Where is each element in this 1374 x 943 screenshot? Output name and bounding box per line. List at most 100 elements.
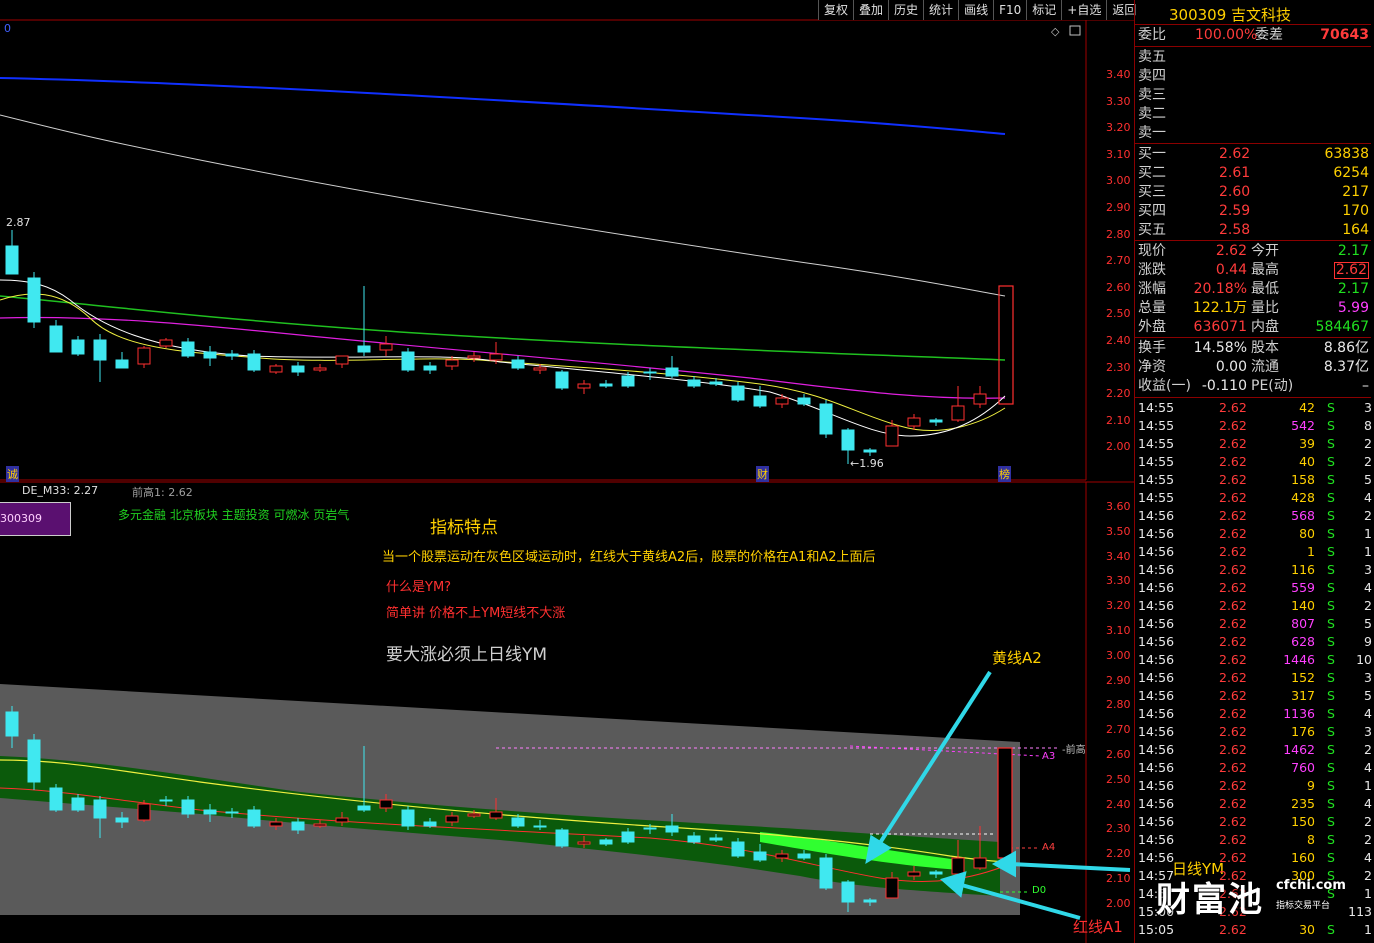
axis-tick: 2.20 [1106, 387, 1131, 401]
fin-row: 净资 0.00 流通 8.37亿 [1138, 359, 1369, 375]
candle-body [93, 799, 107, 819]
candle-body [203, 809, 217, 815]
candle-body [863, 449, 877, 453]
tick-row: 14:56 2.62 9 S 1 [1138, 778, 1372, 793]
buy-row: 买一 2.62 63838 [1138, 146, 1369, 162]
candle-body [269, 365, 283, 373]
tick-row: 14:56 2.62 807 S 5 [1138, 616, 1372, 631]
candle-body [885, 425, 899, 447]
candle-body [313, 823, 327, 827]
axis-tick: 2.30 [1106, 822, 1131, 836]
toolbar-button-7[interactable]: +自选 [1061, 0, 1107, 20]
candle-body [951, 857, 965, 875]
tick-row: 14:56 2.62 1446 S 10 [1138, 652, 1372, 667]
candle-body [489, 811, 503, 819]
axis-tick: 2.90 [1106, 201, 1131, 214]
axis-tick: 3.10 [1106, 624, 1131, 637]
toolbar-button-4[interactable]: 画线 [958, 0, 994, 20]
tick-row: 14:56 2.62 628 S 9 [1138, 634, 1372, 649]
sell-row: 卖一 [1138, 125, 1166, 141]
candle-body [731, 841, 745, 857]
toolbar-button-0[interactable]: 复权 [818, 0, 854, 20]
tick-row: 14:55 2.62 39 S 2 [1138, 436, 1372, 451]
tick-row: 14:55 2.62 428 S 4 [1138, 490, 1372, 505]
last-candle-bottom [997, 747, 1013, 859]
tick-row: 14:56 2.62 8 S 2 [1138, 832, 1372, 847]
candle-body [709, 837, 723, 841]
high-price-label: 2.87 [6, 216, 31, 229]
toolbar-button-6[interactable]: 标记 [1026, 0, 1062, 20]
tick-row: 14:55 2.62 158 S 5 [1138, 472, 1372, 487]
toolbar-button-2[interactable]: 历史 [888, 0, 924, 20]
candle-body [247, 809, 261, 827]
candle-body [247, 353, 261, 371]
candle-body [511, 817, 525, 827]
axis-tick: 2.10 [1106, 413, 1131, 427]
sell-row: 卖五 [1138, 49, 1166, 65]
tick-row: 14:56 2.62 235 S 4 [1138, 796, 1372, 811]
toolbar-button-5[interactable]: F10 [993, 0, 1027, 20]
candle-body [137, 803, 151, 821]
toolbar-button-1[interactable]: 叠加 [853, 0, 889, 20]
buy-row: 买二 2.61 6254 [1138, 165, 1369, 181]
quote-row: 涨跌 0.44 最高 2.62 [1138, 262, 1369, 279]
label-a3: A3 [1042, 751, 1056, 762]
axis-tick: 2.40 [1106, 334, 1131, 347]
tick-row: 14:55 2.62 542 S 8 [1138, 418, 1372, 433]
toolbar-button-3[interactable]: 统计 [923, 0, 959, 20]
candle-body [797, 853, 811, 859]
axis-tick: 3.40 [1106, 68, 1131, 81]
axis-tick: 2.10 [1106, 872, 1131, 885]
candle-body [203, 351, 217, 359]
candle-body [225, 811, 239, 814]
svg-text:◇: ◇ [1051, 25, 1060, 38]
tick-row: 14:56 2.62 559 S 4 [1138, 580, 1372, 595]
candle-body [577, 383, 591, 389]
axis-tick: 3.00 [1106, 174, 1131, 188]
stock-code-box[interactable]: 300309 [0, 502, 71, 536]
top-candles [5, 230, 987, 464]
candle-body [181, 341, 195, 357]
candle-body [775, 397, 789, 405]
order-ratio-row: 委比 100.00% 委差 70643 [1138, 27, 1369, 43]
axis-tick: 2.90 [1106, 673, 1131, 687]
candle-body [159, 339, 173, 347]
axis-tick: 3.10 [1106, 147, 1131, 161]
candle-body [643, 827, 657, 830]
candle-body [929, 419, 943, 423]
sell-row: 卖四 [1138, 68, 1166, 84]
label-a4: A4 [1042, 842, 1056, 853]
candle-body [379, 799, 393, 809]
label-red-a1: 红线A1 [1073, 918, 1123, 936]
ma-blue-line [0, 77, 1006, 135]
candle-body [269, 821, 283, 827]
candle-body [885, 877, 899, 899]
tick-row: 15:05 2.62 30 S 1 [1138, 922, 1372, 937]
candle-body [841, 429, 855, 451]
axis-tick: 2.70 [1106, 254, 1131, 268]
tick-row: 14:56 2.62 568 S 2 [1138, 508, 1372, 523]
candle-body [423, 821, 437, 827]
axis-tick: 2.40 [1106, 797, 1131, 811]
watermark: 财富池 cfchi.com 指标交易平台 [1156, 878, 1346, 920]
candle-body [71, 339, 85, 355]
marker-2: 财 [756, 466, 769, 482]
tick-row: 14:55 2.62 42 S 3 [1138, 400, 1372, 415]
candle-body [49, 787, 63, 811]
candle-body [5, 245, 19, 275]
label-yellow-a2: 黄线A2 [992, 649, 1042, 667]
candle-body [599, 839, 613, 845]
chart-area: ◇ [0, 19, 1134, 943]
corner-label: 0 [4, 22, 11, 35]
sell-row: 卖三 [1138, 87, 1166, 103]
toolbar: 复权 叠加 历史 统计 画线 F10 标记 +自选 返回 [818, 0, 1142, 20]
candle-body [951, 405, 965, 421]
axis-tick: 2.60 [1106, 280, 1131, 294]
candle-body [863, 899, 877, 903]
candle-body [467, 813, 481, 817]
candle-body [335, 817, 349, 823]
candle-body [555, 829, 569, 847]
axis-tick: 3.60 [1106, 500, 1131, 513]
concept-tags: 多元金融 北京板块 主题投资 可燃冰 页岩气 [118, 508, 350, 522]
tick-row: 14:56 2.62 160 S 4 [1138, 850, 1372, 865]
